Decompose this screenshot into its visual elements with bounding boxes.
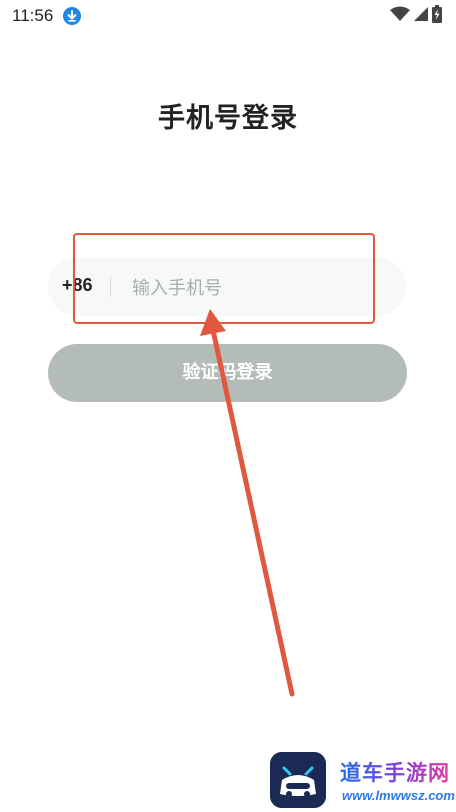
watermark-logo (270, 752, 326, 808)
page-title: 手机号登录 (158, 103, 298, 134)
wifi-icon (390, 6, 410, 26)
download-icon (63, 7, 81, 25)
watermark-url: www.lmwwsz.com (342, 788, 455, 803)
site-watermark: 道车手游网 www.lmwwsz.com (270, 752, 456, 810)
status-bar: 11:56 (0, 0, 456, 34)
battery-charging-icon (432, 5, 442, 27)
status-icons (390, 5, 442, 27)
signal-icon (413, 6, 429, 26)
verification-login-button[interactable]: 验证码登录 (48, 344, 407, 402)
status-time: 11:56 (12, 6, 54, 25)
watermark-title: 道车手游网 (340, 757, 450, 787)
highlight-box (73, 233, 375, 324)
